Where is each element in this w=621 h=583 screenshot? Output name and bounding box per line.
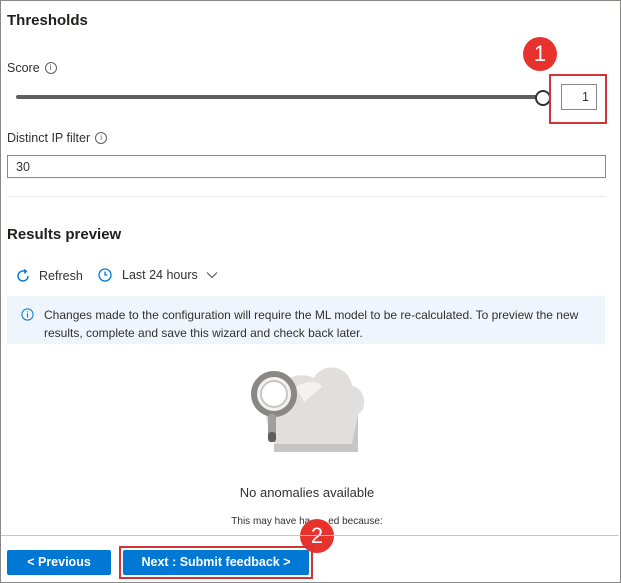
previous-button[interactable]: < Previous: [7, 550, 111, 575]
callout-badge-1: 1: [523, 37, 557, 71]
score-label-row: Score i: [7, 61, 57, 75]
callout-highlight-next: [119, 546, 313, 579]
time-range-dropdown[interactable]: Last 24 hours: [97, 267, 218, 283]
info-icon: [21, 308, 34, 321]
score-info-icon[interactable]: i: [44, 62, 57, 74]
info-message-bar: Changes made to the configuration will r…: [7, 296, 605, 344]
callout-highlight-score: [549, 74, 607, 124]
refresh-icon: [17, 268, 29, 282]
footer-divider: [1, 535, 619, 536]
score-slider-track[interactable]: [16, 95, 542, 99]
time-range-label: Last 24 hours: [122, 268, 198, 282]
distinct-ip-info-icon[interactable]: i: [95, 132, 108, 144]
refresh-label: Refresh: [39, 269, 83, 283]
chevron-down-icon: [206, 272, 218, 279]
info-message-text: Changes made to the configuration will r…: [44, 308, 579, 340]
empty-state-subtitle-end: ed because:: [328, 516, 383, 527]
empty-state-title: No anomalies available: [239, 485, 375, 500]
distinct-ip-input[interactable]: 30: [7, 155, 606, 178]
clock-icon: [98, 268, 112, 282]
distinct-ip-label-row: Distinct IP filter i: [7, 131, 108, 145]
section-divider: [7, 196, 606, 197]
thresholds-heading: Thresholds: [7, 12, 88, 29]
results-preview-heading: Results preview: [7, 226, 122, 243]
score-label: Score: [7, 61, 40, 75]
refresh-button[interactable]: Refresh: [14, 267, 83, 285]
no-results-cloud-magnifier-illustration: [251, 367, 365, 452]
distinct-ip-label: Distinct IP filter: [7, 131, 91, 145]
empty-state-subtitle-start: This may have ha: [231, 516, 311, 527]
